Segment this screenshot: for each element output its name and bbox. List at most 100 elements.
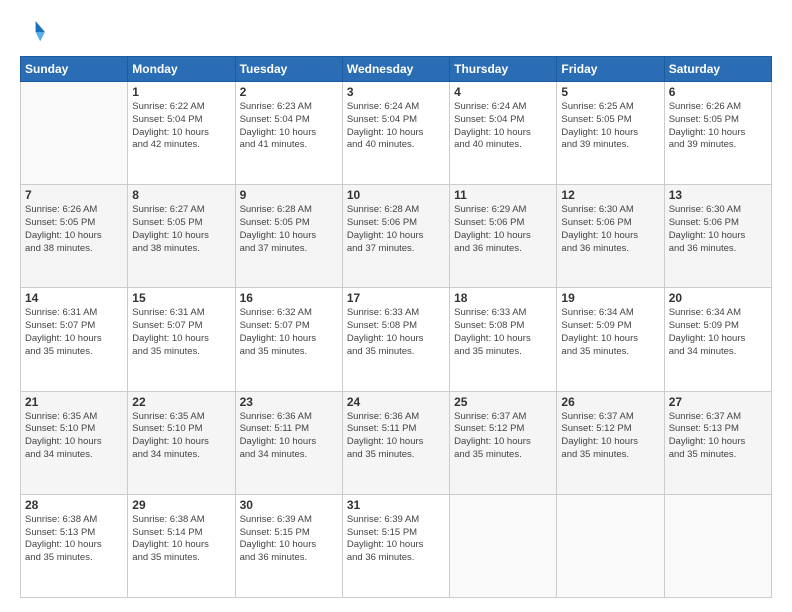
week-row-2: 7 Sunrise: 6:26 AM Sunset: 5:05 PM Daylig… xyxy=(21,185,772,288)
day-info: Sunrise: 6:24 AM Sunset: 5:04 PM Dayligh… xyxy=(347,101,445,152)
day-info: Sunrise: 6:25 AM Sunset: 5:05 PM Dayligh… xyxy=(561,101,659,152)
day-cell-13: 13 Sunrise: 6:30 AM Sunset: 5:06 PM Dayli… xyxy=(664,185,771,288)
header xyxy=(20,18,772,46)
day-number: 17 xyxy=(347,291,445,305)
day-info: Sunrise: 6:31 AM Sunset: 5:07 PM Dayligh… xyxy=(132,307,230,358)
day-info: Sunrise: 6:30 AM Sunset: 5:06 PM Dayligh… xyxy=(669,204,767,255)
day-number: 31 xyxy=(347,498,445,512)
empty-cell xyxy=(664,494,771,597)
day-number: 2 xyxy=(240,85,338,99)
day-number: 1 xyxy=(132,85,230,99)
day-info: Sunrise: 6:26 AM Sunset: 5:05 PM Dayligh… xyxy=(669,101,767,152)
day-cell-17: 17 Sunrise: 6:33 AM Sunset: 5:08 PM Dayli… xyxy=(342,288,449,391)
day-info: Sunrise: 6:37 AM Sunset: 5:12 PM Dayligh… xyxy=(561,411,659,462)
weekday-header-sunday: Sunday xyxy=(21,57,128,82)
day-cell-5: 5 Sunrise: 6:25 AM Sunset: 5:05 PM Daylig… xyxy=(557,82,664,185)
day-cell-27: 27 Sunrise: 6:37 AM Sunset: 5:13 PM Dayli… xyxy=(664,391,771,494)
day-info: Sunrise: 6:35 AM Sunset: 5:10 PM Dayligh… xyxy=(132,411,230,462)
day-number: 16 xyxy=(240,291,338,305)
day-info: Sunrise: 6:32 AM Sunset: 5:07 PM Dayligh… xyxy=(240,307,338,358)
day-cell-3: 3 Sunrise: 6:24 AM Sunset: 5:04 PM Daylig… xyxy=(342,82,449,185)
day-info: Sunrise: 6:37 AM Sunset: 5:13 PM Dayligh… xyxy=(669,411,767,462)
day-info: Sunrise: 6:39 AM Sunset: 5:15 PM Dayligh… xyxy=(240,514,338,565)
day-number: 6 xyxy=(669,85,767,99)
day-cell-26: 26 Sunrise: 6:37 AM Sunset: 5:12 PM Dayli… xyxy=(557,391,664,494)
day-number: 26 xyxy=(561,395,659,409)
day-cell-29: 29Sunrise: 6:38 AM Sunset: 5:14 PM Dayli… xyxy=(128,494,235,597)
logo xyxy=(20,18,52,46)
day-cell-24: 24 Sunrise: 6:36 AM Sunset: 5:11 PM Dayli… xyxy=(342,391,449,494)
day-cell-9: 9 Sunrise: 6:28 AM Sunset: 5:05 PM Daylig… xyxy=(235,185,342,288)
empty-cell xyxy=(557,494,664,597)
day-number: 8 xyxy=(132,188,230,202)
day-number: 13 xyxy=(669,188,767,202)
day-cell-4: 4 Sunrise: 6:24 AM Sunset: 5:04 PM Daylig… xyxy=(450,82,557,185)
day-info: Sunrise: 6:34 AM Sunset: 5:09 PM Dayligh… xyxy=(561,307,659,358)
week-row-1: 1 Sunrise: 6:22 AM Sunset: 5:04 PM Daylig… xyxy=(21,82,772,185)
day-info: Sunrise: 6:22 AM Sunset: 5:04 PM Dayligh… xyxy=(132,101,230,152)
day-cell-1: 1 Sunrise: 6:22 AM Sunset: 5:04 PM Daylig… xyxy=(128,82,235,185)
day-cell-2: 2 Sunrise: 6:23 AM Sunset: 5:04 PM Daylig… xyxy=(235,82,342,185)
day-number: 22 xyxy=(132,395,230,409)
logo-icon xyxy=(20,18,48,46)
weekday-header-tuesday: Tuesday xyxy=(235,57,342,82)
day-info: Sunrise: 6:35 AM Sunset: 5:10 PM Dayligh… xyxy=(25,411,123,462)
day-cell-8: 8 Sunrise: 6:27 AM Sunset: 5:05 PM Daylig… xyxy=(128,185,235,288)
day-number: 23 xyxy=(240,395,338,409)
day-cell-7: 7 Sunrise: 6:26 AM Sunset: 5:05 PM Daylig… xyxy=(21,185,128,288)
empty-cell xyxy=(450,494,557,597)
day-number: 11 xyxy=(454,188,552,202)
week-row-3: 14Sunrise: 6:31 AM Sunset: 5:07 PM Dayli… xyxy=(21,288,772,391)
day-number: 12 xyxy=(561,188,659,202)
day-info: Sunrise: 6:33 AM Sunset: 5:08 PM Dayligh… xyxy=(454,307,552,358)
day-number: 21 xyxy=(25,395,123,409)
day-number: 9 xyxy=(240,188,338,202)
day-cell-11: 11Sunrise: 6:29 AM Sunset: 5:06 PM Dayli… xyxy=(450,185,557,288)
day-cell-28: 28Sunrise: 6:38 AM Sunset: 5:13 PM Dayli… xyxy=(21,494,128,597)
weekday-header-row: SundayMondayTuesdayWednesdayThursdayFrid… xyxy=(21,57,772,82)
day-cell-14: 14Sunrise: 6:31 AM Sunset: 5:07 PM Dayli… xyxy=(21,288,128,391)
day-number: 19 xyxy=(561,291,659,305)
day-cell-20: 20Sunrise: 6:34 AM Sunset: 5:09 PM Dayli… xyxy=(664,288,771,391)
day-info: Sunrise: 6:30 AM Sunset: 5:06 PM Dayligh… xyxy=(561,204,659,255)
day-info: Sunrise: 6:23 AM Sunset: 5:04 PM Dayligh… xyxy=(240,101,338,152)
day-info: Sunrise: 6:27 AM Sunset: 5:05 PM Dayligh… xyxy=(132,204,230,255)
day-info: Sunrise: 6:26 AM Sunset: 5:05 PM Dayligh… xyxy=(25,204,123,255)
day-info: Sunrise: 6:38 AM Sunset: 5:14 PM Dayligh… xyxy=(132,514,230,565)
day-cell-16: 16 Sunrise: 6:32 AM Sunset: 5:07 PM Dayli… xyxy=(235,288,342,391)
day-number: 27 xyxy=(669,395,767,409)
day-cell-18: 18Sunrise: 6:33 AM Sunset: 5:08 PM Dayli… xyxy=(450,288,557,391)
empty-cell xyxy=(21,82,128,185)
day-info: Sunrise: 6:31 AM Sunset: 5:07 PM Dayligh… xyxy=(25,307,123,358)
week-row-4: 21 Sunrise: 6:35 AM Sunset: 5:10 PM Dayli… xyxy=(21,391,772,494)
week-row-5: 28Sunrise: 6:38 AM Sunset: 5:13 PM Dayli… xyxy=(21,494,772,597)
day-info: Sunrise: 6:37 AM Sunset: 5:12 PM Dayligh… xyxy=(454,411,552,462)
day-number: 24 xyxy=(347,395,445,409)
day-info: Sunrise: 6:33 AM Sunset: 5:08 PM Dayligh… xyxy=(347,307,445,358)
day-number: 10 xyxy=(347,188,445,202)
day-cell-25: 25 Sunrise: 6:37 AM Sunset: 5:12 PM Dayli… xyxy=(450,391,557,494)
day-cell-15: 15 Sunrise: 6:31 AM Sunset: 5:07 PM Dayli… xyxy=(128,288,235,391)
day-info: Sunrise: 6:28 AM Sunset: 5:06 PM Dayligh… xyxy=(347,204,445,255)
weekday-header-thursday: Thursday xyxy=(450,57,557,82)
day-cell-6: 6 Sunrise: 6:26 AM Sunset: 5:05 PM Daylig… xyxy=(664,82,771,185)
day-info: Sunrise: 6:36 AM Sunset: 5:11 PM Dayligh… xyxy=(240,411,338,462)
weekday-header-wednesday: Wednesday xyxy=(342,57,449,82)
day-number: 5 xyxy=(561,85,659,99)
day-cell-10: 10 Sunrise: 6:28 AM Sunset: 5:06 PM Dayli… xyxy=(342,185,449,288)
day-info: Sunrise: 6:36 AM Sunset: 5:11 PM Dayligh… xyxy=(347,411,445,462)
day-number: 4 xyxy=(454,85,552,99)
day-info: Sunrise: 6:24 AM Sunset: 5:04 PM Dayligh… xyxy=(454,101,552,152)
day-number: 15 xyxy=(132,291,230,305)
calendar-table: SundayMondayTuesdayWednesdayThursdayFrid… xyxy=(20,56,772,598)
day-number: 20 xyxy=(669,291,767,305)
day-cell-30: 30Sunrise: 6:39 AM Sunset: 5:15 PM Dayli… xyxy=(235,494,342,597)
day-number: 3 xyxy=(347,85,445,99)
weekday-header-monday: Monday xyxy=(128,57,235,82)
day-number: 25 xyxy=(454,395,552,409)
weekday-header-friday: Friday xyxy=(557,57,664,82)
day-number: 7 xyxy=(25,188,123,202)
day-cell-21: 21 Sunrise: 6:35 AM Sunset: 5:10 PM Dayli… xyxy=(21,391,128,494)
day-cell-23: 23 Sunrise: 6:36 AM Sunset: 5:11 PM Dayli… xyxy=(235,391,342,494)
day-info: Sunrise: 6:28 AM Sunset: 5:05 PM Dayligh… xyxy=(240,204,338,255)
